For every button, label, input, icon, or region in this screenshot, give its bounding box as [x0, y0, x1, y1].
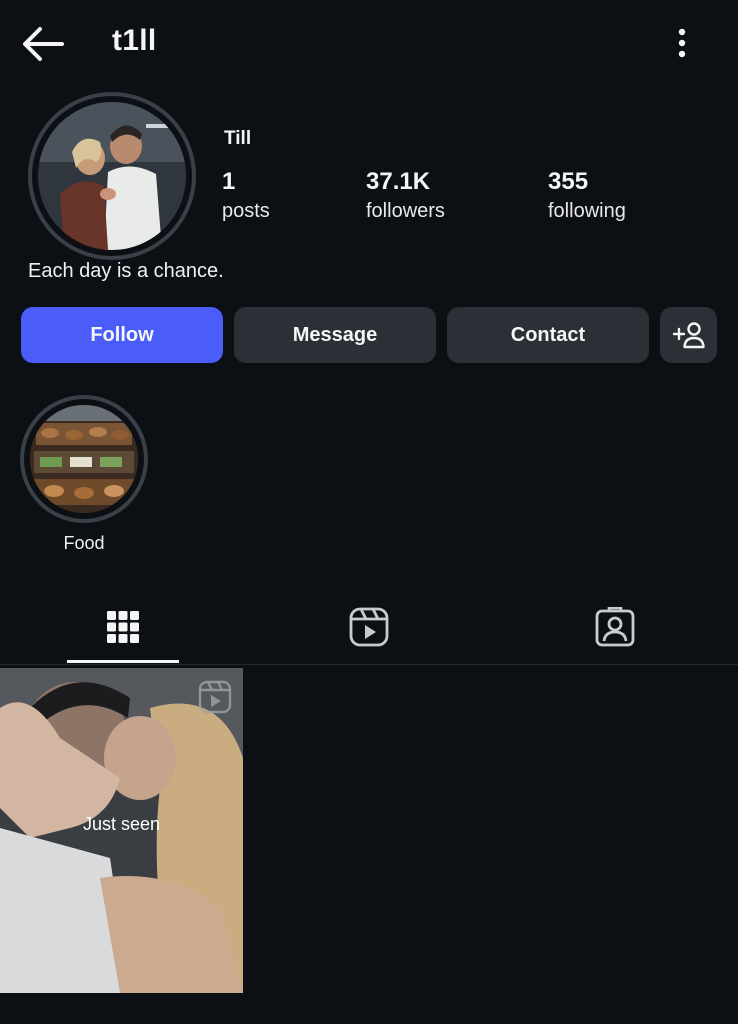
highlight-image	[30, 405, 138, 513]
tab-posts-grid[interactable]	[67, 590, 179, 664]
more-vertical-icon	[678, 28, 686, 58]
profile-bio: Each day is a chance.	[28, 260, 224, 282]
highlight-label: Food	[63, 533, 105, 553]
person-add-icon	[672, 322, 705, 349]
tab-reels[interactable]	[313, 590, 425, 664]
reels-icon	[198, 680, 232, 714]
contact-button[interactable]: Contact	[447, 307, 649, 363]
following-label: following	[548, 200, 626, 222]
following-stat[interactable]: 355 following	[548, 168, 626, 226]
tab-tagged[interactable]	[559, 590, 671, 664]
top-bar: t1ll	[0, 0, 738, 86]
pastry-display-photo	[30, 405, 138, 513]
followers-count: 37.1K	[366, 168, 431, 195]
post-overlay-text: Just seen	[82, 814, 161, 834]
avatar-image	[38, 102, 186, 250]
following-count: 355	[548, 168, 589, 195]
arrow-left-icon	[23, 27, 64, 61]
posts-stat[interactable]: 1 posts	[222, 168, 270, 226]
posts-label: posts	[222, 200, 270, 222]
profile-username: t1ll	[112, 24, 157, 57]
tagged-icon	[595, 607, 635, 647]
display-name: Till	[224, 128, 252, 149]
couple-photo	[38, 102, 186, 250]
reels-icon	[349, 607, 389, 647]
followers-stat[interactable]: 37.1K followers	[366, 168, 445, 226]
message-button[interactable]: Message	[234, 307, 436, 363]
grid-icon	[107, 611, 139, 643]
add-user-button[interactable]	[660, 307, 717, 363]
avatar[interactable]	[28, 92, 196, 260]
followers-label: followers	[366, 200, 445, 222]
highlight-ring	[20, 395, 148, 523]
posts-count: 1	[222, 168, 236, 195]
back-button[interactable]	[18, 24, 66, 64]
profile-tabs	[0, 590, 738, 665]
profile-page: t1ll Till 1 posts 37.1K followers 355 fo…	[0, 0, 738, 1024]
active-tab-indicator	[67, 660, 179, 663]
highlight-food[interactable]: Food	[20, 395, 148, 554]
more-options-button[interactable]	[664, 24, 700, 64]
follow-button[interactable]: Follow	[21, 307, 223, 363]
